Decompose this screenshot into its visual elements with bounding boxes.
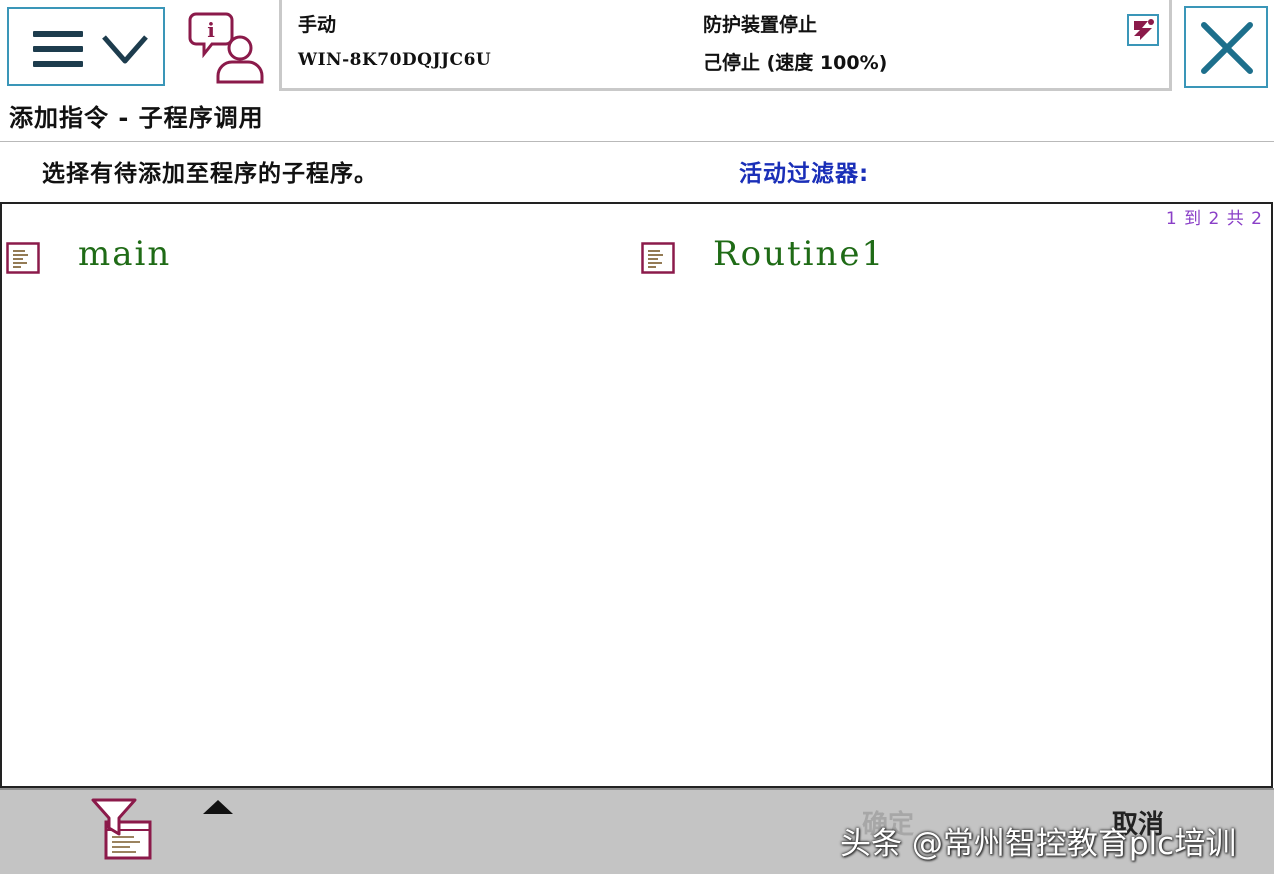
page-count: 1 到 2 共 2 [1165, 209, 1263, 229]
page-title: 添加指令 - 子程序调用 [9, 104, 264, 132]
close-button[interactable] [1184, 6, 1268, 88]
title-bar: 添加指令 - 子程序调用 [0, 92, 1274, 142]
scroll-up-arrow-icon[interactable] [203, 800, 233, 814]
routine-document-icon [641, 242, 675, 274]
top-bar: i 手动 WIN-8K70DQJJC6U 防护装置停止 己停止 (速度 100%… [0, 0, 1274, 92]
close-icon [1201, 22, 1253, 74]
info-person-icon: i [188, 12, 264, 84]
event-log-button[interactable]: i [186, 8, 266, 86]
bottom-command-bar: 确定 取消 头条 @常州智控教育plc培训 [0, 788, 1274, 874]
svg-text:i: i [207, 18, 215, 42]
active-filter-label[interactable]: 活动过滤器: [739, 154, 869, 188]
filter-button[interactable] [90, 798, 156, 862]
chevron-down-icon [102, 35, 148, 64]
system-name: WIN-8K70DQJJC6U [298, 50, 492, 70]
routine-name: Routine1 [713, 234, 886, 274]
hamburger-icon [33, 31, 83, 67]
safety-status: 防护装置停止 [703, 14, 818, 36]
filter-funnel-icon [91, 798, 152, 860]
robot-status-icon [1127, 14, 1159, 46]
routine-document-icon [6, 242, 40, 274]
routine-item-routine1[interactable]: Routine1 [641, 232, 1241, 282]
instruction-text: 选择有待添加至程序的子程序。 [42, 161, 378, 187]
status-panel[interactable]: 手动 WIN-8K70DQJJC6U 防护装置停止 己停止 (速度 100%) [279, 0, 1172, 91]
routine-item-main[interactable]: main [6, 232, 606, 282]
run-status: 己停止 (速度 100%) [703, 52, 888, 74]
operating-mode: 手动 [298, 14, 337, 36]
watermark-text: 头条 @常州智控教育plc培训 [840, 826, 1237, 862]
routine-name: main [78, 234, 172, 274]
main-menu-button[interactable] [7, 7, 165, 86]
routine-list[interactable]: 1 到 2 共 2 main Routine1 [0, 202, 1273, 788]
